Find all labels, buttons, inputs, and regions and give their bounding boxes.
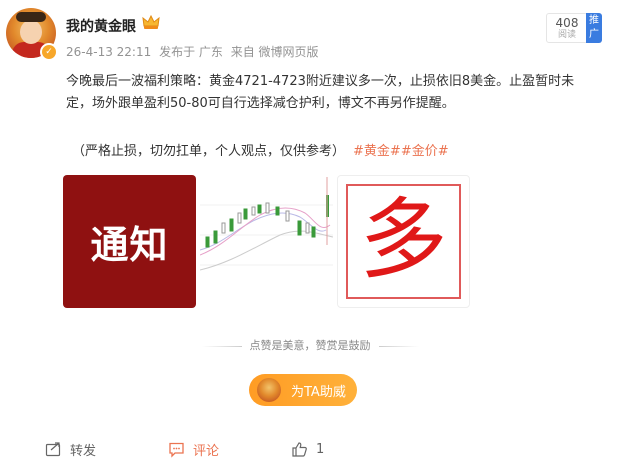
post-note: （严格止损，切勿扛单，个人观点，仅供参考）	[72, 144, 346, 159]
post-source: 来自 微博网页版	[230, 45, 319, 59]
support-button[interactable]: 为TA助威	[249, 374, 357, 406]
crown-badge-icon[interactable]	[142, 14, 160, 30]
avatar-face	[20, 20, 42, 44]
read-label: 阅读	[557, 30, 576, 40]
read-count: 408	[555, 16, 579, 30]
username[interactable]: 我的黄金眼	[66, 16, 136, 36]
comment-button[interactable]: 评论	[168, 431, 219, 467]
support-label: 为TA助威	[291, 384, 346, 400]
repost-label: 转发	[70, 443, 97, 459]
long-image-text: 多	[359, 188, 448, 291]
repost-button[interactable]: 转发	[45, 431, 96, 467]
post-image-long[interactable]: 多	[337, 175, 470, 308]
post-date[interactable]: 26-4-13 22:11	[66, 45, 151, 59]
repost-icon	[45, 441, 61, 456]
promote-button[interactable]: 推广	[586, 13, 602, 43]
post-meta: 26-4-13 22:11 发布于 广东 来自 微博网页版	[66, 43, 323, 60]
post-location: 发布于 广东	[159, 45, 223, 59]
post-image-notice[interactable]: 通知	[63, 175, 196, 308]
like-button[interactable]: 1	[291, 431, 324, 467]
post-text: 今晚最后一波福利策略：黄金4721-4723附近建议多一次，止损依旧8美金。止盈…	[66, 74, 575, 111]
notice-image-text: 通知	[90, 223, 169, 267]
post-image-chart[interactable]	[200, 175, 333, 308]
hashtag-price[interactable]: #金价#	[401, 144, 449, 159]
avatar-hat	[16, 12, 46, 22]
post-note-line: （严格止损，切勿扛单，个人观点，仅供参考） #黄金##金价#	[72, 141, 449, 163]
like-icon	[292, 441, 307, 457]
comment-label: 评论	[193, 443, 220, 459]
like-hint: 点赞是美意，赞赏是鼓励	[190, 337, 430, 353]
comment-icon	[169, 442, 184, 458]
verified-badge-icon: ✓	[40, 43, 58, 61]
hashtag-gold[interactable]: #黄金#	[353, 144, 401, 159]
read-count-box: 408 阅读	[546, 13, 588, 43]
support-avatar	[257, 378, 281, 402]
like-count: 1	[316, 441, 325, 457]
action-bar: 转发 评论 1	[0, 431, 621, 469]
